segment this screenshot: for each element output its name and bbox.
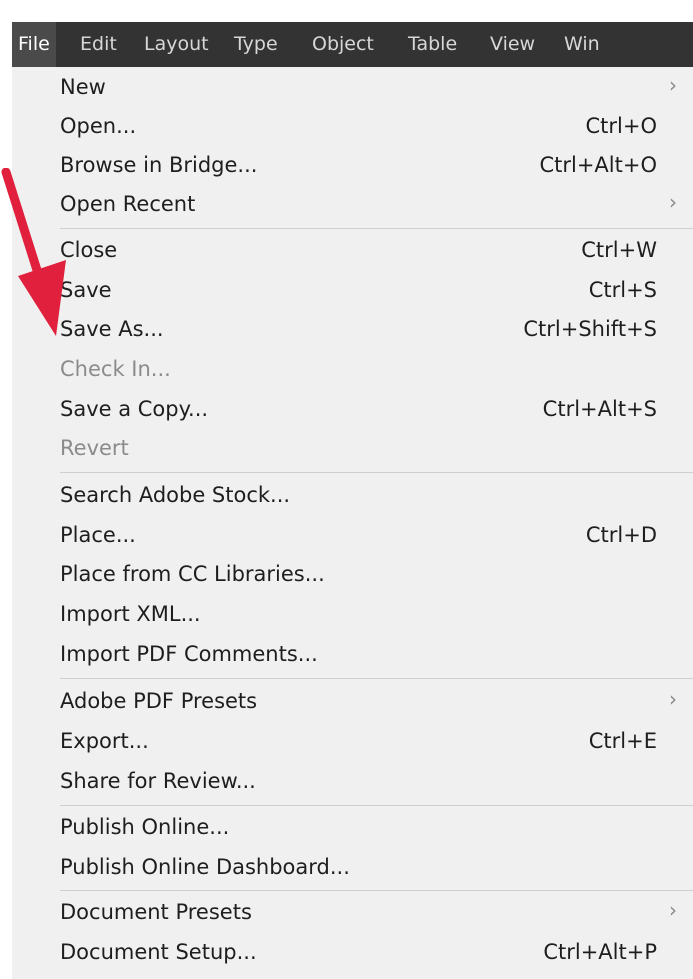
menu-item-revert: Revert [12,431,693,468]
menu-item-label: Publish Online Dashboard... [60,855,350,879]
chevron-right-icon: › [669,190,677,214]
menu-item-publish-online[interactable]: Publish Online... [12,810,693,847]
menu-item-label: Adobe PDF Presets [60,689,258,713]
menu-item-shortcut: Ctrl+S [588,278,657,302]
menu-view[interactable]: View [484,22,541,67]
menu-item-open[interactable]: Open... Ctrl+O [12,109,693,146]
menu-item-label: Save As... [60,317,164,341]
menu-item-label: Check In... [60,357,171,381]
menu-item-place-from-cc-libraries[interactable]: Place from CC Libraries... [12,557,693,594]
menu-edit[interactable]: Edit [74,22,123,67]
menu-item-check-in: Check In... [12,352,693,389]
menu-item-shortcut: Ctrl+Alt+O [539,153,657,177]
menu-item-label: Export... [60,729,149,753]
menu-item-label: Publish Online... [60,815,230,839]
menu-item-shortcut: Ctrl+W [581,238,657,262]
menu-item-label: Import PDF Comments... [60,642,318,666]
menu-object[interactable]: Object [306,22,380,67]
menu-item-import-xml[interactable]: Import XML... [12,597,693,634]
menu-item-label: Import XML... [60,602,201,626]
red-arrow-icon [1,168,66,336]
menu-item-shortcut: Ctrl+Shift+S [523,317,657,341]
menu-item-place[interactable]: Place... Ctrl+D [12,518,693,555]
menu-item-open-recent[interactable]: Open Recent › [12,187,693,224]
menu-item-publish-online-dashboard[interactable]: Publish Online Dashboard... [12,850,693,887]
menu-item-label: Open Recent [60,192,196,216]
menu-separator [60,228,693,229]
menu-type[interactable]: Type [228,22,284,67]
menu-item-label: Place from CC Libraries... [60,562,325,586]
menu-item-save-as[interactable]: Save As... Ctrl+Shift+S [12,312,693,349]
menu-item-shortcut: Ctrl+D [585,523,657,547]
chevron-right-icon: › [669,73,677,97]
menu-item-search-adobe-stock[interactable]: Search Adobe Stock... [12,478,693,515]
menu-item-label: Open... [60,114,137,138]
menu-item-label: Share for Review... [60,769,256,793]
menu-item-shortcut: Ctrl+Alt+S [542,397,657,421]
menu-item-label: Search Adobe Stock... [60,483,291,507]
menu-item-shortcut: Ctrl+Alt+P [543,940,657,964]
menu-separator [60,472,693,473]
menu-file[interactable]: File [12,22,56,67]
menu-bar: File Edit Layout Type Object Table View … [12,22,693,67]
menu-item-save-a-copy[interactable]: Save a Copy... Ctrl+Alt+S [12,392,693,429]
menu-item-adobe-pdf-presets[interactable]: Adobe PDF Presets › [12,684,693,721]
menu-item-label: New [60,75,106,99]
menu-item-label: Revert [60,436,129,460]
file-menu-dropdown: New › Open... Ctrl+O Browse in Bridge...… [12,67,693,979]
menu-window[interactable]: Win [558,22,606,67]
menu-separator [60,805,693,806]
menu-item-document-setup[interactable]: Document Setup... Ctrl+Alt+P [12,935,693,972]
chevron-right-icon: › [669,687,677,711]
menu-item-export[interactable]: Export... Ctrl+E [12,724,693,761]
menu-item-document-presets[interactable]: Document Presets › [12,895,693,932]
menu-item-label: Save a Copy... [60,397,209,421]
menu-layout[interactable]: Layout [138,22,215,67]
menu-item-close[interactable]: Close Ctrl+W [12,233,693,270]
menu-item-save[interactable]: Save Ctrl+S [12,273,693,310]
menu-item-label: Place... [60,523,136,547]
menu-table[interactable]: Table [402,22,463,67]
menu-separator [60,678,693,679]
menu-item-new[interactable]: New › [12,70,693,107]
menu-separator [60,890,693,891]
menu-item-share-for-review[interactable]: Share for Review... [12,764,693,801]
menu-item-label: Browse in Bridge... [60,153,258,177]
chevron-right-icon: › [669,898,677,922]
menu-item-import-pdf-comments[interactable]: Import PDF Comments... [12,637,693,674]
menu-item-browse-in-bridge[interactable]: Browse in Bridge... Ctrl+Alt+O [12,148,693,185]
menu-item-shortcut: Ctrl+O [585,114,658,138]
menu-item-shortcut: Ctrl+E [588,729,657,753]
menu-item-label: Document Presets [60,900,252,924]
menu-item-label: Document Setup... [60,940,257,964]
